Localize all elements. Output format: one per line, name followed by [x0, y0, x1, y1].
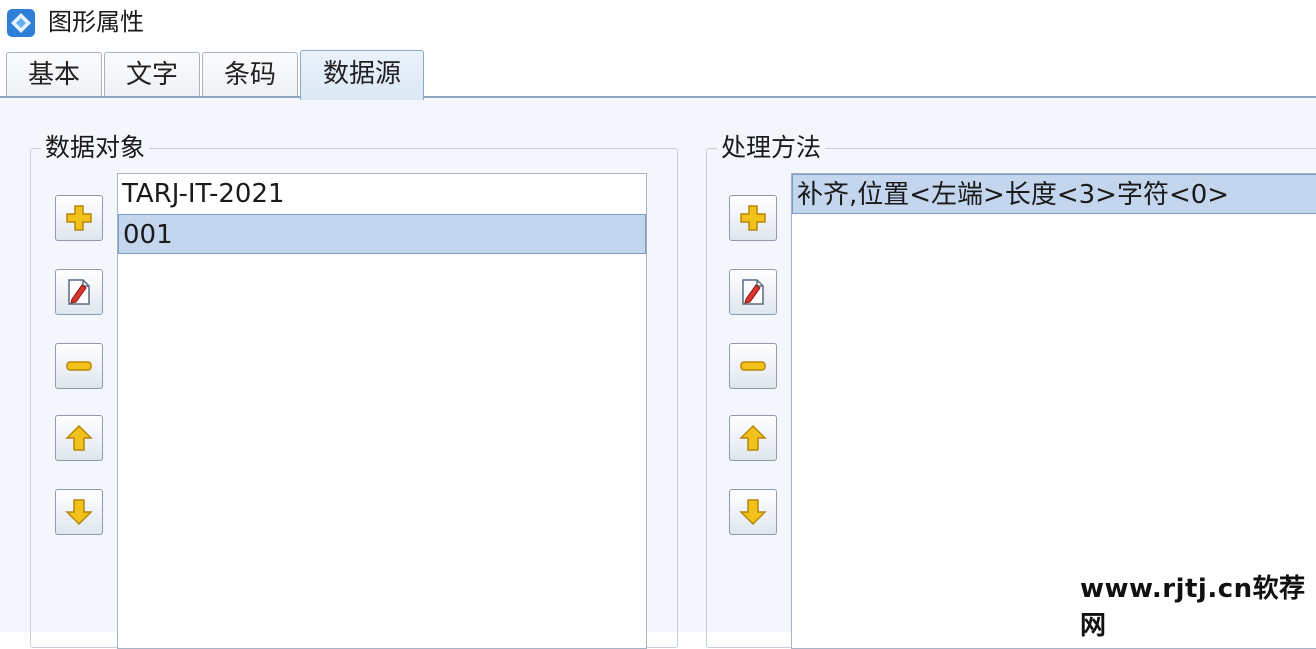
processing-methods-title: 处理方法 — [717, 133, 826, 163]
edit-data-object-button[interactable] — [55, 269, 103, 315]
remove-data-object-button[interactable] — [55, 343, 103, 389]
tab-text[interactable]: 文字 — [104, 52, 200, 96]
watermark-text: www.rjtj.cn软荐网 — [1080, 574, 1306, 641]
edit-processing-method-button[interactable] — [729, 269, 777, 315]
remove-icon — [66, 361, 92, 371]
move-down-icon — [65, 499, 93, 526]
tab-content-panel: 数据对象 TARJ-IT-2021 001 处理方法 补齐,位置<左端>长度<3… — [0, 98, 1316, 649]
add-icon — [66, 205, 92, 231]
list-item-selected[interactable]: 001 — [118, 214, 646, 254]
title-bar: 图形属性 — [0, 0, 1316, 46]
tab-data-source[interactable]: 数据源 — [300, 50, 424, 100]
move-down-data-object-button[interactable] — [55, 489, 103, 535]
move-up-data-object-button[interactable] — [55, 415, 103, 461]
add-data-object-button[interactable] — [55, 195, 103, 241]
edit-icon — [742, 279, 764, 305]
add-icon — [740, 205, 766, 231]
move-up-icon — [739, 424, 767, 451]
window-title: 图形属性 — [48, 8, 144, 36]
move-down-processing-method-button[interactable] — [729, 489, 777, 535]
move-up-icon — [65, 424, 93, 451]
remove-icon — [740, 361, 766, 371]
add-processing-method-button[interactable] — [729, 195, 777, 241]
app-logo-icon — [7, 9, 35, 37]
data-objects-title: 数据对象 — [41, 133, 150, 163]
tab-basic[interactable]: 基本 — [6, 52, 102, 96]
edit-icon — [68, 279, 90, 305]
tab-barcode[interactable]: 条码 — [202, 52, 298, 96]
remove-processing-method-button[interactable] — [729, 343, 777, 389]
data-objects-group: 数据对象 TARJ-IT-2021 001 — [30, 133, 678, 649]
move-down-icon — [739, 499, 767, 526]
list-item[interactable]: TARJ-IT-2021 — [118, 174, 646, 214]
move-up-processing-method-button[interactable] — [729, 415, 777, 461]
list-item-selected[interactable]: 补齐,位置<左端>长度<3>字符<0> — [792, 174, 1316, 214]
tab-strip: 基本 文字 条码 数据源 — [0, 46, 1316, 100]
data-objects-list[interactable]: TARJ-IT-2021 001 — [117, 173, 647, 649]
